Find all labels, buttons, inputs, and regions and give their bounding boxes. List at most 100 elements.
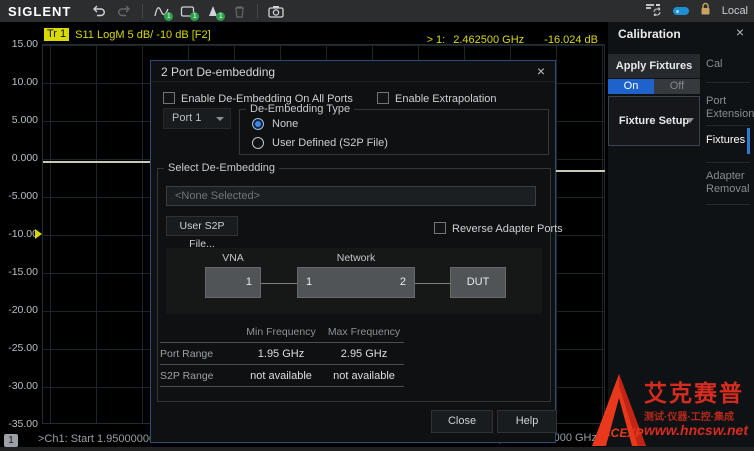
undo-button[interactable]	[87, 2, 109, 20]
trace-info-bar[interactable]: Tr 1 S11 LogM 5 dB/ -10 dB [F2]	[44, 28, 211, 41]
type-option-none[interactable]: None	[252, 118, 298, 130]
trace-number-badge[interactable]: Tr 1	[44, 28, 69, 41]
y-axis-tick: -10.00	[0, 228, 38, 240]
checkbox-box[interactable]	[163, 92, 175, 104]
tab-separator	[706, 162, 750, 163]
tab-separator	[706, 125, 750, 126]
y-axis-tick: -20.00	[0, 304, 38, 316]
trace-settings-label: S11 LogM 5 dB/ -10 dB [F2]	[75, 29, 211, 41]
sidebar-close-icon[interactable]: ×	[736, 25, 744, 39]
vna-screen: SIGLENT 1 1 1	[0, 0, 754, 451]
connector-line	[261, 283, 297, 284]
dut-box: DUT	[450, 267, 506, 298]
toolbar-separator	[257, 4, 258, 18]
close-button[interactable]: Close	[431, 410, 493, 433]
radio-icon[interactable]	[252, 137, 264, 149]
marker-amplitude-value: -16.024 dB	[544, 34, 598, 46]
dialog-titlebar: 2 Port De-embedding ×	[151, 61, 555, 82]
tab-port-extension[interactable]: Port Extension	[706, 95, 750, 121]
channel-badge[interactable]: 1	[4, 434, 18, 447]
network-port-1: 1	[306, 268, 312, 297]
radio-label: User Defined (S2P File)	[272, 137, 388, 149]
screenshot-button[interactable]	[265, 2, 287, 20]
s2p-range-max: not available	[324, 370, 404, 382]
vna-label: VNA	[205, 252, 261, 264]
trace-count-button[interactable]: 1	[150, 2, 172, 20]
toolbar-separator	[142, 4, 143, 18]
display-window-button[interactable]: 1	[176, 2, 198, 20]
checkbox-label: Reverse Adapter Ports	[452, 223, 563, 235]
row-label: S2P Range	[160, 370, 238, 382]
trace-count-badge: 1	[164, 12, 173, 21]
s2p-file-field[interactable]: <None Selected>	[166, 186, 536, 206]
toolbar-right-group: Local	[645, 0, 748, 22]
watermark-brand-text: 艾克赛普	[644, 374, 744, 408]
marker-frequency-value: 2.462500 GHz	[453, 34, 524, 46]
remote-interface-icon[interactable]	[645, 2, 663, 21]
group-label: De-Embedding Type	[246, 103, 354, 115]
y-axis-tick: 5.000	[0, 114, 38, 126]
tab-fixtures[interactable]: Fixtures	[706, 134, 750, 147]
camera-icon	[268, 5, 284, 18]
fixture-setup-label: Fixture Setup	[619, 115, 689, 127]
lock-icon[interactable]	[699, 2, 712, 21]
port-select-value: Port 1	[172, 112, 201, 124]
trash-icon	[233, 5, 246, 18]
sidebar-title: Calibration	[618, 27, 681, 41]
active-tab-indicator	[747, 128, 750, 154]
de-embedding-type-group: De-Embedding Type None User Defined (S2P…	[239, 103, 549, 155]
y-axis-tick: 0.000	[0, 152, 38, 164]
dut-label: DUT	[467, 276, 490, 288]
delete-button[interactable]	[228, 2, 250, 20]
max-frequency-header: Max Frequency	[324, 326, 404, 338]
vna-box: 1	[205, 267, 261, 298]
siglent-logo: SIGLENT	[8, 4, 71, 19]
dialog-title: 2 Port De-embedding	[161, 65, 275, 79]
y-axis-tick: -35.00	[0, 418, 38, 430]
usb-icon[interactable]	[673, 7, 689, 15]
redo-icon	[117, 5, 132, 18]
reverse-adapter-ports-checkbox[interactable]: Reverse Adapter Ports	[434, 219, 563, 237]
toggle-off-option[interactable]: Off	[654, 79, 700, 94]
connection-diagram: VNA Network 1 1 2 DUT	[166, 248, 542, 314]
marker-number-label: > 1:	[427, 34, 446, 46]
chevron-down-icon	[216, 117, 224, 121]
vna-port-number: 1	[246, 276, 252, 288]
network-label: Network	[297, 252, 415, 264]
marker-button[interactable]: 1	[202, 2, 224, 20]
local-mode-label[interactable]: Local	[722, 5, 748, 17]
type-option-user-defined[interactable]: User Defined (S2P File)	[252, 137, 388, 149]
table-row: Port Range 1.95 GHz 2.95 GHz	[160, 343, 404, 365]
accexp-watermark: CCEXP 艾克赛普 测试·仪器·工控·集成 www.hncsw.net	[592, 372, 754, 448]
port-range-max: 2.95 GHz	[324, 348, 404, 360]
s2p-range-min: not available	[238, 370, 324, 382]
y-axis-tick: -30.00	[0, 380, 38, 392]
marker-count-badge: 1	[216, 12, 225, 21]
help-button[interactable]: Help	[497, 410, 557, 433]
display-count-badge: 1	[190, 12, 199, 21]
apply-fixtures-label: Apply Fixtures	[608, 54, 700, 78]
trace-segment	[43, 161, 150, 163]
redo-button[interactable]	[113, 2, 135, 20]
table-row: S2P Range not available not available	[160, 365, 404, 387]
port-range-min: 1.95 GHz	[238, 348, 324, 360]
tab-adapter-removal[interactable]: Adapter Removal	[706, 170, 750, 196]
user-s2p-file-button[interactable]: User S2P File...	[166, 216, 238, 236]
reference-level-marker	[35, 229, 42, 239]
fixture-setup-dropdown[interactable]: Fixture Setup	[608, 96, 700, 146]
dialog-close-icon[interactable]: ×	[537, 63, 545, 79]
apply-fixtures-toggle[interactable]: On Off	[608, 79, 700, 94]
network-port-2: 2	[400, 268, 406, 297]
toggle-on-option[interactable]: On	[608, 79, 654, 94]
checkbox-box[interactable]	[434, 222, 446, 234]
de-embedding-dialog: 2 Port De-embedding × Enable De-Embeddin…	[150, 60, 556, 443]
select-de-embedding-group: Select De-Embedding <None Selected> User…	[157, 162, 551, 402]
watermark-logo-text: CCEXP	[602, 426, 643, 440]
table-header-row: Min Frequency Max Frequency	[160, 322, 404, 343]
y-axis-tick: 15.00	[0, 38, 38, 50]
radio-icon[interactable]	[252, 118, 264, 130]
frequency-range-table: Min Frequency Max Frequency Port Range 1…	[160, 322, 404, 387]
port-select[interactable]: Port 1	[163, 108, 231, 129]
tab-cal[interactable]: Cal	[706, 58, 750, 71]
y-axis-tick: -5.000	[0, 190, 38, 202]
